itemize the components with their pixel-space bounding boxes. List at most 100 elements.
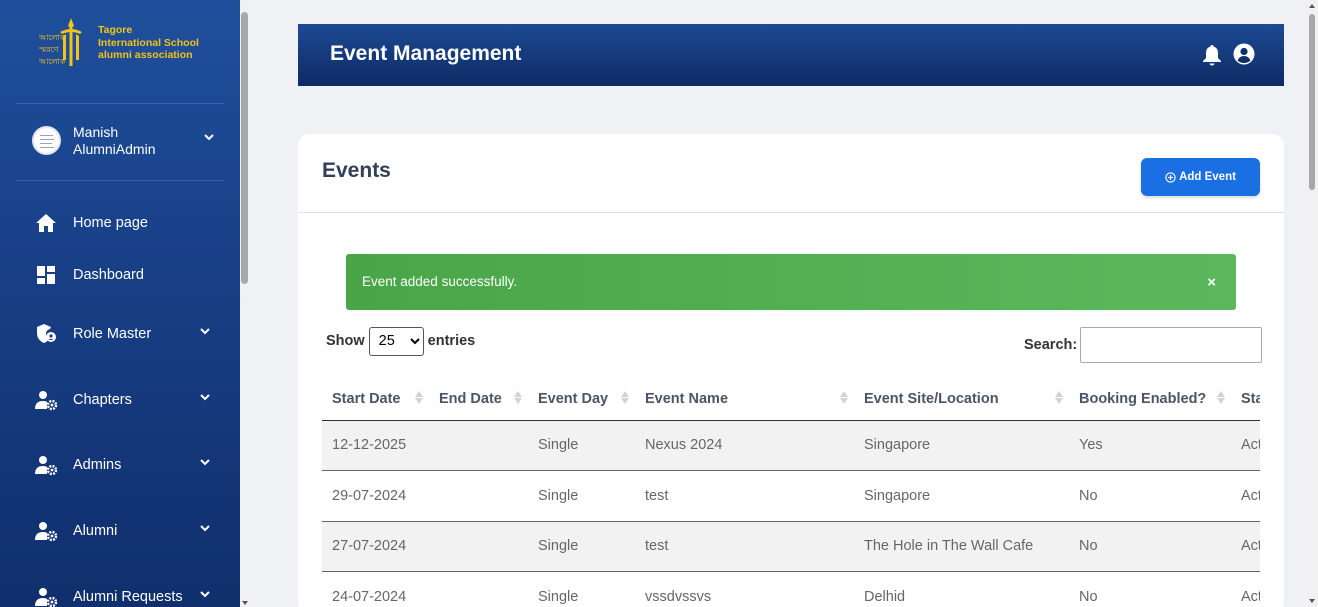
search-label: Search: (1024, 336, 1078, 353)
cell-event-name: vssdvssvs (635, 571, 854, 607)
user-gear-icon (35, 522, 58, 542)
cell-booking-enabled: Yes (1069, 420, 1231, 471)
table-row[interactable]: 29-07-2024 Single test Singapore No Acti… (322, 470, 1260, 522)
entries-label: entries (427, 333, 476, 349)
sort-icon (415, 391, 423, 404)
user-circle-icon[interactable] (1233, 43, 1255, 65)
sidebar-item-label: Role Master (73, 326, 152, 342)
table-row[interactable]: 12-12-2025 Single Nexus 2024 Singapore Y… (322, 420, 1260, 471)
cell-start-date: 27-07-2024 (322, 521, 429, 572)
bell-icon[interactable] (1202, 44, 1222, 66)
chevron-down-icon (200, 328, 210, 335)
logo-text: Tagore International School alumni assoc… (98, 24, 199, 62)
sort-icon (840, 391, 848, 404)
sidebar-scrollbar[interactable] (240, 0, 249, 607)
column-header-start-date[interactable]: Start Date (322, 378, 429, 421)
add-event-button[interactable]: Add Event (1141, 158, 1260, 196)
scroll-down-arrow-icon[interactable] (242, 601, 248, 605)
cell-event-site: The Hole in The Wall Cafe (854, 521, 1069, 572)
cell-start-date: 29-07-2024 (322, 470, 429, 522)
table-row[interactable]: 27-07-2024 Single test The Hole in The W… (322, 521, 1260, 572)
cell-event-name: test (635, 521, 854, 572)
sidebar-item-label: Dashboard (73, 267, 144, 283)
home-icon (36, 214, 56, 232)
cell-start-date: 12-12-2025 (322, 420, 429, 471)
column-header-label: Start Date (332, 390, 401, 407)
cell-event-day: Single (528, 521, 635, 572)
page-title: Event Management (330, 42, 522, 65)
events-table-wrapper: Start Date End Date Event Day Event Name… (322, 378, 1260, 607)
user-name: Manish AlumniAdmin (73, 124, 155, 158)
scroll-down-arrow-icon[interactable] (1309, 599, 1315, 603)
success-alert: Event added successfully. × (346, 254, 1236, 310)
sidebar-item-alumni-requests[interactable]: Alumni Requests (34, 583, 214, 607)
add-event-label: Add Event (1179, 171, 1236, 183)
column-header-event-name[interactable]: Event Name (635, 378, 854, 421)
sort-icon (1055, 391, 1063, 404)
column-header-label: Event Name (645, 390, 729, 407)
sidebar-item-alumni[interactable]: Alumni (34, 517, 214, 545)
cell-status: Active (1231, 470, 1260, 522)
sidebar-item-admins[interactable]: Admins (34, 451, 214, 479)
cell-event-day: Single (528, 420, 635, 471)
cell-event-day: Single (528, 571, 635, 607)
cell-event-name: test (635, 470, 854, 522)
cell-end-date (429, 571, 528, 607)
column-header-label: Status (1241, 390, 1260, 407)
plus-circle-icon (1165, 171, 1176, 183)
user-menu[interactable]: Manish AlumniAdmin (32, 124, 222, 160)
chevron-down-icon (200, 394, 210, 401)
sort-icon (1217, 391, 1225, 404)
sidebar: আলোক স্মরণে আলোক Tagore International Sc… (0, 0, 240, 607)
column-header-label: End Date (439, 390, 502, 407)
cell-event-day: Single (528, 470, 635, 522)
cell-event-site: Delhid (854, 571, 1069, 607)
sidebar-divider (16, 103, 224, 104)
sidebar-scroll-thumb[interactable] (241, 12, 248, 284)
column-header-end-date[interactable]: End Date (429, 378, 528, 421)
sort-icon (514, 391, 522, 404)
card-divider (298, 212, 1284, 213)
shield-user-icon (37, 324, 56, 343)
logo-line-3: alumni association (98, 49, 193, 61)
cell-event-site: Singapore (854, 470, 1069, 522)
cell-end-date (429, 470, 528, 522)
scroll-up-arrow-icon[interactable] (1309, 4, 1315, 8)
table-search: Search: (1024, 326, 1263, 363)
sidebar-item-home[interactable]: Home page (34, 209, 214, 237)
events-card: Events Add Event Event added successfull… (298, 134, 1284, 607)
cell-booking-enabled: No (1069, 470, 1231, 522)
logo-mark-icon: আলোক স্মরণে আলোক (38, 18, 82, 66)
page-scrollbar[interactable] (1306, 0, 1318, 607)
entries-select[interactable]: 10 25 50 100 (368, 326, 424, 356)
column-header-event-site[interactable]: Event Site/Location (854, 378, 1069, 421)
cell-status: Active (1231, 521, 1260, 572)
search-input[interactable] (1080, 326, 1263, 363)
svg-text:স্মরণে: স্মরণে (38, 45, 59, 54)
cell-end-date (429, 521, 528, 572)
events-table: Start Date End Date Event Day Event Name… (322, 378, 1260, 607)
table-header-row: Start Date End Date Event Day Event Name… (322, 378, 1260, 421)
column-header-status[interactable]: Status (1231, 378, 1260, 421)
logo-line-1: Tagore (98, 24, 133, 36)
card-title: Events (322, 159, 391, 182)
avatar (32, 126, 61, 155)
sidebar-item-label: Home page (73, 215, 148, 231)
user-gear-icon (35, 391, 58, 411)
sidebar-item-dashboard[interactable]: Dashboard (34, 261, 214, 289)
user-gear-icon (35, 588, 58, 607)
table-row[interactable]: 24-07-2024 Single vssdvssvs Delhid No Ac… (322, 571, 1260, 607)
chevron-down-icon (200, 591, 210, 598)
column-header-booking-enabled[interactable]: Booking Enabled? (1069, 378, 1231, 421)
column-header-label: Booking Enabled? (1079, 390, 1207, 407)
page-header: Event Management (298, 24, 1284, 86)
svg-text:আলোক: আলোক (38, 33, 66, 42)
logo-line-2: International School (98, 36, 199, 49)
sidebar-item-chapters[interactable]: Chapters (34, 386, 214, 414)
sidebar-item-role-master[interactable]: Role Master (34, 320, 214, 348)
school-logo[interactable]: আলোক স্মরণে আলোক Tagore International Sc… (38, 16, 208, 70)
column-header-event-day[interactable]: Event Day (528, 378, 635, 421)
cell-event-site: Singapore (854, 420, 1069, 471)
close-icon[interactable]: × (1207, 274, 1216, 291)
page-scroll-thumb[interactable] (1309, 14, 1315, 190)
